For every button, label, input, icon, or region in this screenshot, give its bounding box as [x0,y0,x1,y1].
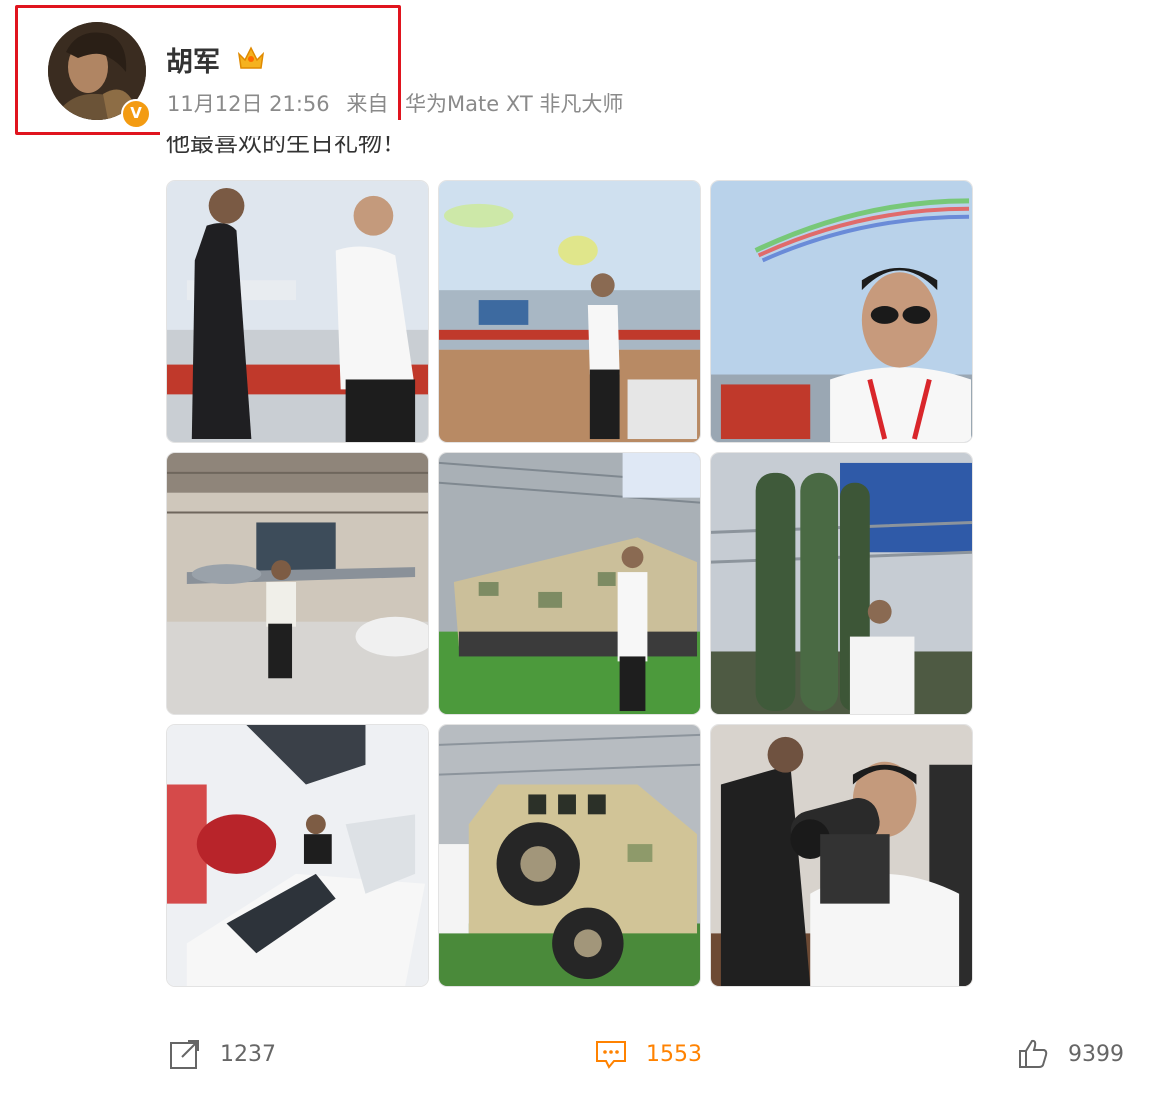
author-name[interactable]: 胡军 [166,40,220,79]
source-prefix: 来自 [346,92,389,116]
comment-count: 1553 [646,1041,702,1067]
verified-badge-icon: V [121,99,151,129]
weibo-post: V 胡军 11月12日 21:56 来自 华为Mate XT 非凡大师 他最喜欢… [0,0,1174,1102]
like-count: 9399 [1068,1041,1124,1067]
source-device[interactable]: 华为Mate XT 非凡大师 [405,92,623,116]
crown-icon [237,46,265,69]
post-timestamp[interactable]: 11月12日 21:56 [167,92,330,116]
photo-camo-tank[interactable] [438,452,701,715]
comment-icon [596,1041,626,1069]
photo-weapon-scope[interactable] [710,724,973,987]
repost-button[interactable]: 1237 [168,1034,276,1074]
photo-cockpit-simulator[interactable] [166,724,429,987]
overlap-mask [160,120,460,136]
post-meta: 11月12日 21:56 来自 华为Mate XT 非凡大师 [167,88,623,118]
share-icon [170,1040,199,1069]
photo-missile-launcher[interactable] [710,452,973,715]
photo-grid [166,180,974,988]
thumbs-up-icon [1019,1039,1048,1068]
repost-count: 1237 [220,1041,276,1067]
photo-airshow-two-men[interactable] [166,180,429,443]
photo-airshow-tarmac[interactable] [438,180,701,443]
like-button[interactable]: 9399 [1016,1034,1124,1074]
photo-selfie-contrails[interactable] [710,180,973,443]
comment-button[interactable]: 1553 [594,1034,702,1074]
photo-drone-hall[interactable] [166,452,429,715]
photo-armored-vehicle[interactable] [438,724,701,987]
